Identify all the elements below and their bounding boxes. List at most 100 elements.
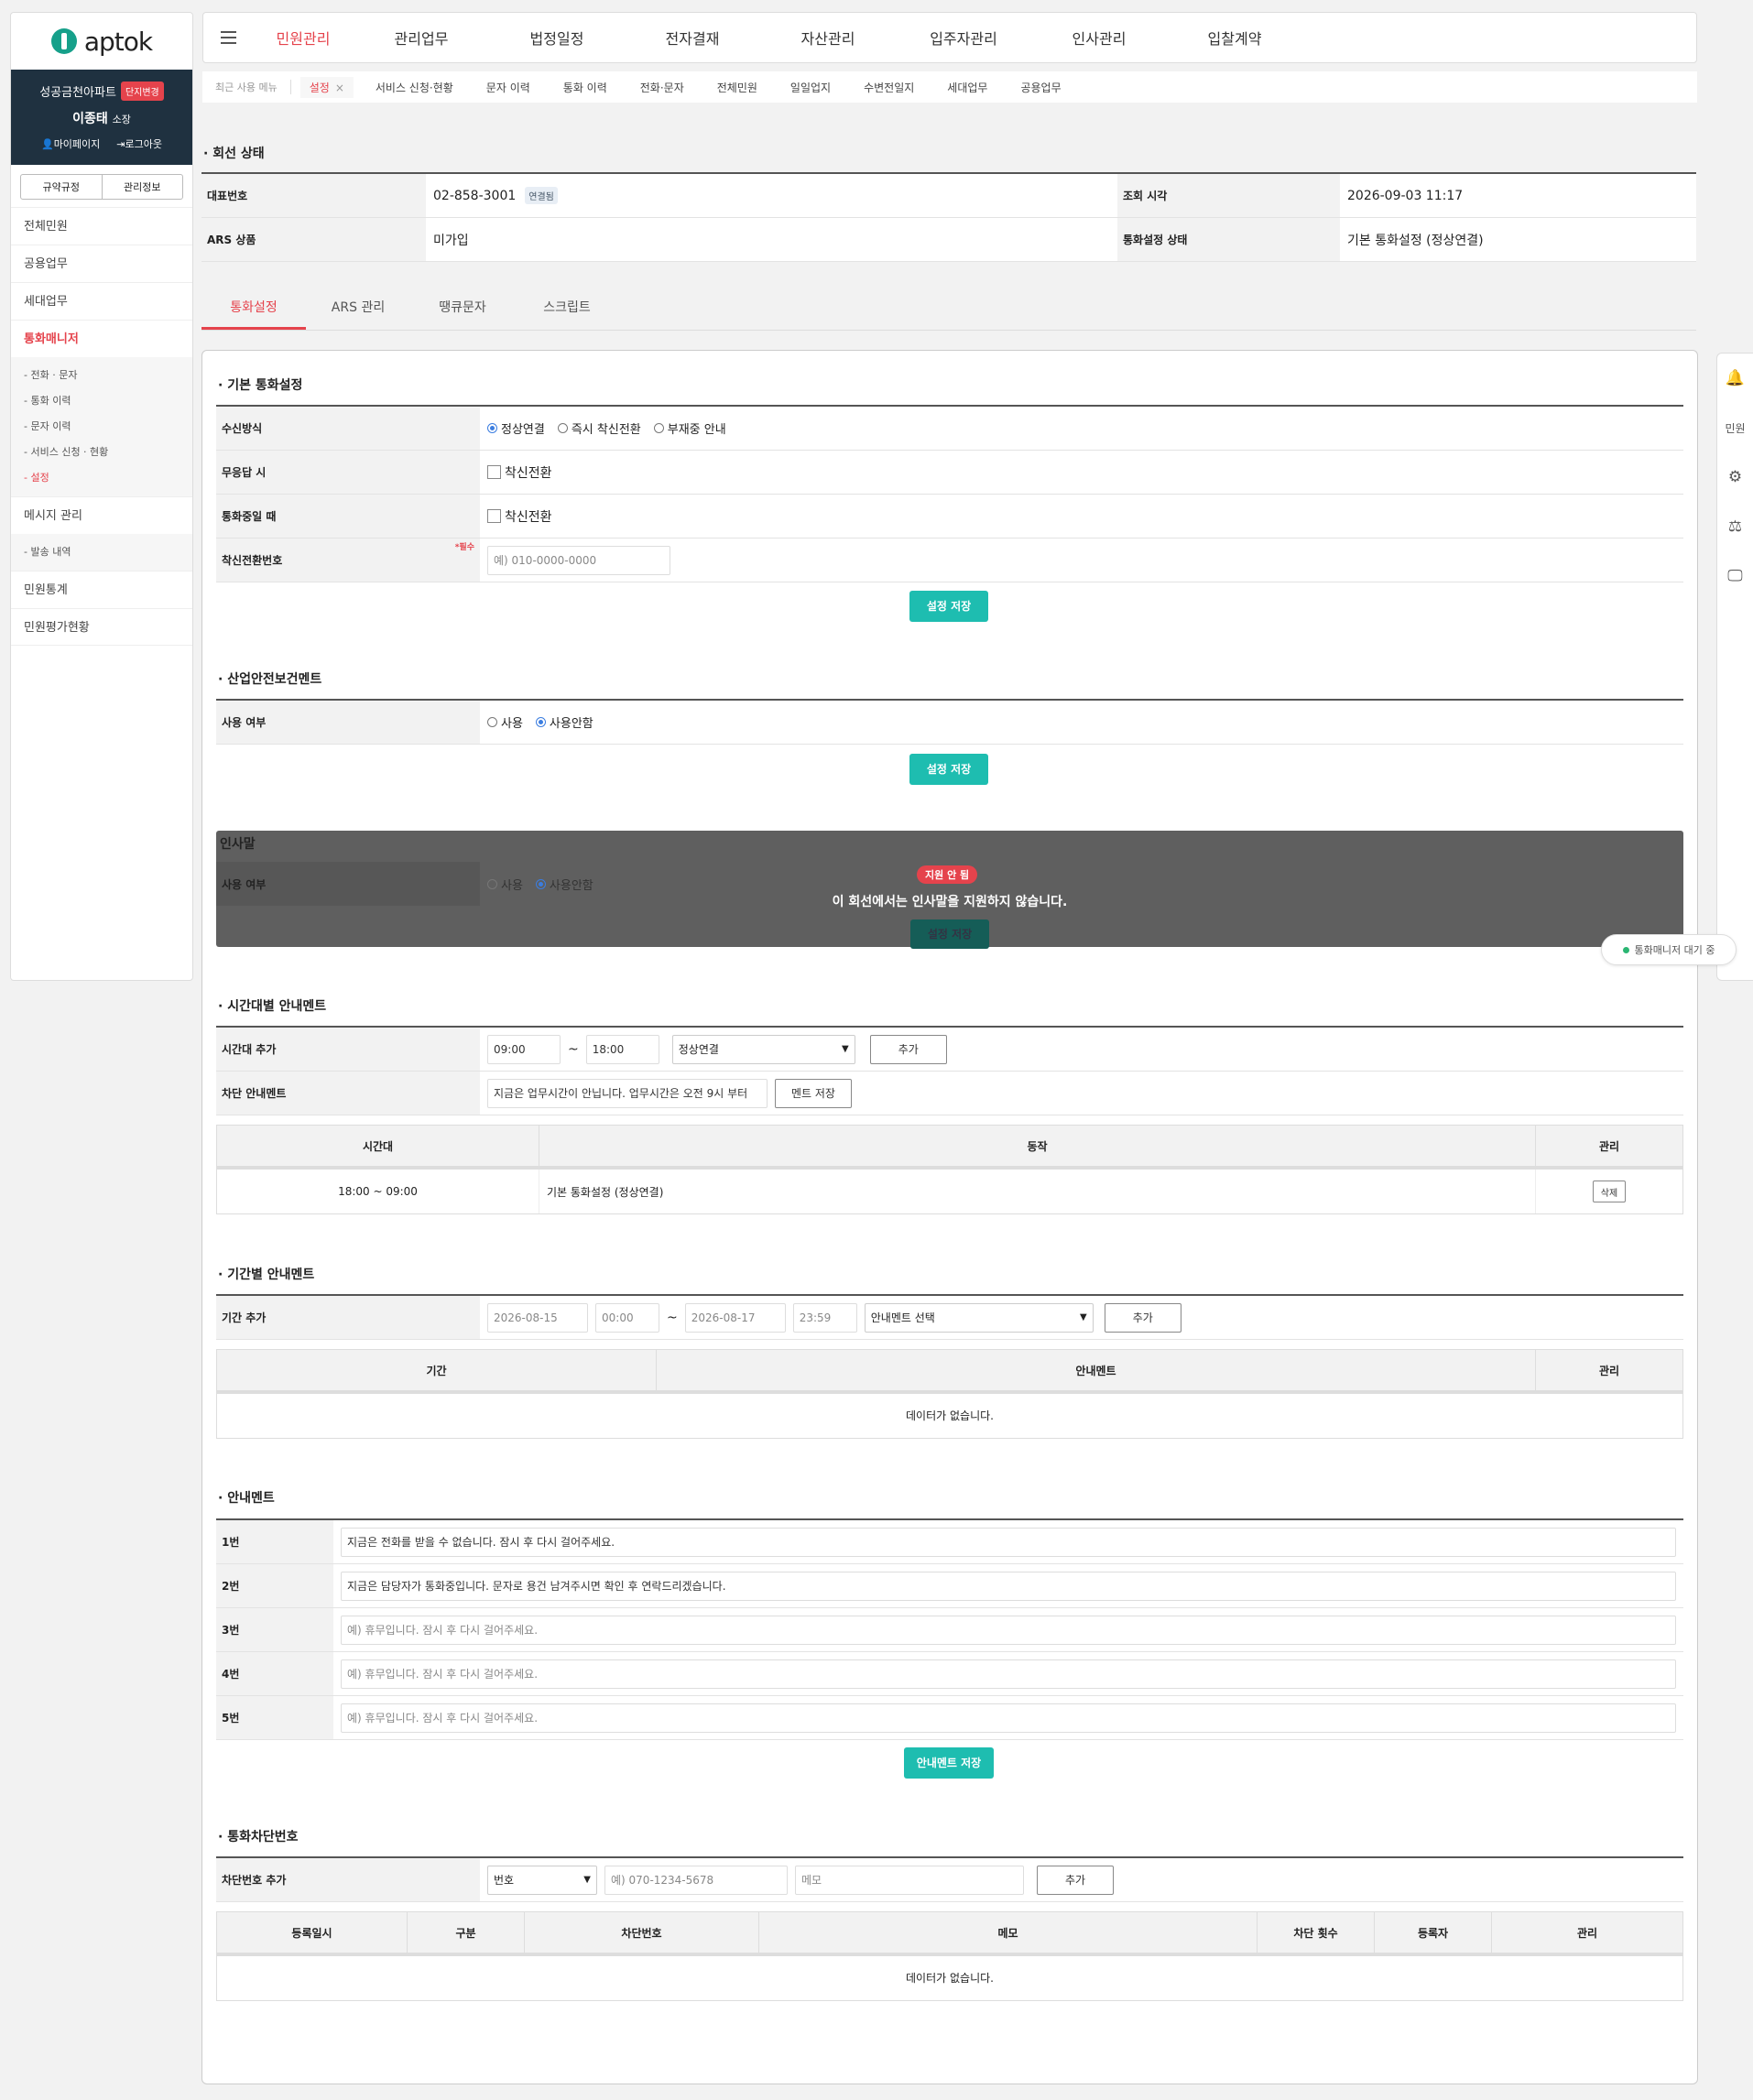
submenu-sms-history[interactable]: - 문자 이력 xyxy=(11,414,192,440)
start-time-input[interactable]: 00:00 xyxy=(595,1302,659,1333)
safety-radio-use[interactable]: 사용 xyxy=(487,713,523,731)
tab-settings[interactable]: 설정 × xyxy=(299,76,354,98)
radio-normal[interactable]: 정상연결 xyxy=(487,419,545,437)
ment-4-input[interactable]: 예) 휴무입니다. 잠시 후 다시 걸어주세요. xyxy=(341,1659,1676,1689)
time-from-input[interactable]: 09:00 xyxy=(487,1034,561,1064)
ment-1-input[interactable]: 지금은 전화를 받을 수 없습니다. 잠시 후 다시 걸어주세요. xyxy=(341,1527,1676,1557)
block-number-table: 등록일시 구분 차단번호 메모 차단 횟수 등록자 관리 데이터가 없습니다. xyxy=(216,1911,1683,2001)
ment-2-input[interactable]: 지금은 담당자가 통화중입니다. 문자로 용건 남겨주시면 확인 후 연락드리겠… xyxy=(341,1571,1676,1601)
block-ment-input[interactable]: 지금은 업무시간이 안닙니다. 업무시간은 오전 9시 부터 xyxy=(487,1078,768,1108)
safety-radio-nouse[interactable]: 사용안함 xyxy=(535,713,593,731)
end-date-input[interactable]: 2026-08-17 xyxy=(684,1302,786,1333)
nav-residents[interactable]: 입주자관리 xyxy=(896,27,1031,49)
tab-ars-manage[interactable]: ARS 관리 xyxy=(306,288,410,330)
radio-immediate-forward[interactable]: 즉시 착신전환 xyxy=(557,419,641,437)
time-add-label: 시간대 추가 xyxy=(216,1028,480,1071)
col-period: 기간 xyxy=(217,1350,657,1390)
logo[interactable]: aptok xyxy=(11,13,192,70)
basic-save-button[interactable]: 설정 저장 xyxy=(909,591,988,622)
tab-phone-sms[interactable]: 전화·문자 xyxy=(640,80,684,95)
tab-common-work[interactable]: 공용업무 xyxy=(1020,80,1061,95)
bell-icon[interactable]: 🔔 xyxy=(1717,354,1753,403)
sidebar-item-common-work[interactable]: 공용업무 xyxy=(11,245,192,282)
tab-call-settings[interactable]: 통화설정 xyxy=(201,288,306,330)
empty-message: 데이터가 없습니다. xyxy=(906,1972,994,1985)
tab-script[interactable]: 스크립트 xyxy=(515,288,619,330)
sidebar-item-household-work[interactable]: 세대업무 xyxy=(11,282,192,320)
memo-input[interactable]: 메모 xyxy=(795,1865,1024,1895)
monitor-icon[interactable]: 🖵 xyxy=(1717,551,1753,601)
tilde: ~ xyxy=(568,1041,579,1057)
period-add-button[interactable]: 추가 xyxy=(1104,1302,1181,1333)
nav-e-approval[interactable]: 전자결재 xyxy=(625,27,760,49)
sidebar-item-all-complaints[interactable]: 전체민원 xyxy=(11,207,192,245)
basic-settings-form: 수신방식 정상연결 즉시 착신전환 부재중 안내 무응답 시 착신전환 통화중일… xyxy=(216,405,1683,582)
guide-ment-save-button[interactable]: 안내멘트 저장 xyxy=(904,1747,994,1779)
block-type-select[interactable]: 번호 ▼ xyxy=(487,1865,597,1895)
forward-number-input[interactable]: 예) 010-0000-0000 xyxy=(487,545,670,575)
scale-icon[interactable]: ⚖ xyxy=(1717,502,1753,551)
gear-icon[interactable]: ⚙ xyxy=(1717,452,1753,502)
ment-select[interactable]: 안내멘트 선택 ▼ xyxy=(864,1302,1094,1333)
submenu-settings[interactable]: - 설정 xyxy=(11,465,192,491)
nav-hr[interactable]: 인사관리 xyxy=(1031,27,1167,49)
delete-button[interactable]: 삭제 xyxy=(1593,1181,1626,1202)
block-add-button[interactable]: 추가 xyxy=(1037,1865,1114,1895)
call-manager-status[interactable]: 통화매니저 대기 중 xyxy=(1601,934,1737,965)
ment-3-input[interactable]: 예) 휴무입니다. 잠시 후 다시 걸어주세요. xyxy=(341,1615,1676,1645)
nav-legal-schedule[interactable]: 법정일정 xyxy=(489,27,625,49)
logout-link[interactable]: ⇥로그아웃 xyxy=(116,136,162,151)
sidebar-item-call-manager[interactable]: 통화매니저 xyxy=(11,320,192,357)
ment-5-input[interactable]: 예) 휴무입니다. 잠시 후 다시 걸어주세요. xyxy=(341,1703,1676,1733)
tab-call-history[interactable]: 통화 이력 xyxy=(563,80,607,95)
radio-absence-notice[interactable]: 부재중 안내 xyxy=(653,419,726,437)
tab-daily-log[interactable]: 일일업지 xyxy=(790,80,831,95)
sidebar-item-eval[interactable]: 민원평가현황 xyxy=(11,608,192,646)
sidebar-item-stats[interactable]: 민원통계 xyxy=(11,571,192,608)
mypage-link[interactable]: 👤마이페이지 xyxy=(41,136,100,151)
greeting-radio-nouse: 사용안함 xyxy=(535,876,593,893)
tab-household-work[interactable]: 세대업무 xyxy=(947,80,987,95)
time-to-input[interactable]: 18:00 xyxy=(585,1034,659,1064)
nav-bidding[interactable]: 입찰계약 xyxy=(1167,27,1302,49)
greeting-radio-use: 사용 xyxy=(487,876,523,893)
apartment-name: 성공금천아파트 xyxy=(39,86,116,100)
submenu-send-history[interactable]: - 발송 내역 xyxy=(11,539,192,565)
start-date-input[interactable]: 2026-08-15 xyxy=(487,1302,588,1333)
submenu-phone-sms[interactable]: - 전화 · 문자 xyxy=(11,363,192,388)
manage-info-button[interactable]: 관리정보 xyxy=(103,175,183,199)
tab-thankyou-sms[interactable]: 땡큐문자 xyxy=(410,288,515,330)
time-action-select[interactable]: 정상연결 ▼ xyxy=(671,1034,855,1064)
submenu-service-apply[interactable]: - 서비스 신청 · 현황 xyxy=(11,440,192,465)
busy-checkbox[interactable] xyxy=(487,509,501,523)
end-time-input[interactable]: 23:59 xyxy=(792,1302,857,1333)
tab-substation-log[interactable]: 수변전일지 xyxy=(864,80,914,95)
nav-management[interactable]: 관리업무 xyxy=(354,27,489,49)
change-complex-button[interactable]: 단지변경 xyxy=(120,82,164,101)
nav-assets[interactable]: 자산관리 xyxy=(760,27,896,49)
tab-all-complaints[interactable]: 전체민원 xyxy=(717,80,757,95)
ment-3-label: 3번 xyxy=(216,1608,333,1651)
greeting-title: 인사말 xyxy=(220,837,256,852)
query-time-value: 2026-09-03 11:17 xyxy=(1347,188,1464,203)
ment-save-button[interactable]: 멘트 저장 xyxy=(775,1078,852,1108)
chevron-down-icon: ▼ xyxy=(583,1875,591,1885)
sidebar-item-message-manage[interactable]: 메시지 관리 xyxy=(11,496,192,534)
hamburger-menu-icon[interactable] xyxy=(203,31,253,44)
nav-complaints[interactable]: 민원관리 xyxy=(253,27,354,49)
col-block-count: 차단 횟수 xyxy=(1258,1912,1375,1953)
noanswer-checkbox[interactable] xyxy=(487,465,501,479)
submenu-call-history[interactable]: - 통화 이력 xyxy=(11,388,192,414)
time-add-button[interactable]: 추가 xyxy=(869,1034,947,1064)
tab-service-apply[interactable]: 서비스 신청·현황 xyxy=(376,80,453,95)
tab-sms-history[interactable]: 문자 이력 xyxy=(486,80,530,95)
line-status-title: 회선 상태 xyxy=(203,144,264,162)
close-icon[interactable]: × xyxy=(335,82,344,94)
complaint-tool[interactable]: 민원 xyxy=(1717,403,1753,452)
guide-ment-title: 안내멘트 xyxy=(218,1488,275,1507)
safety-form: 사용 여부 사용 사용안함 xyxy=(216,699,1683,745)
block-number-input[interactable]: 예) 070-1234-5678 xyxy=(604,1865,788,1895)
safety-save-button[interactable]: 설정 저장 xyxy=(909,754,988,785)
ars-value: 미가입 xyxy=(433,233,469,248)
rules-button[interactable]: 규약규정 xyxy=(21,175,103,199)
